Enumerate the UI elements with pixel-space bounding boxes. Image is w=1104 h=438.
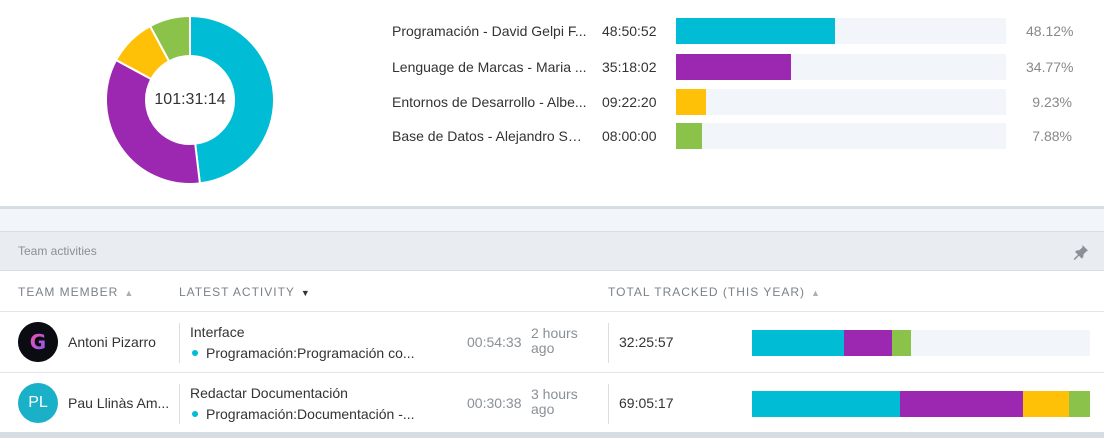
panel-title: Team activities [18,244,97,258]
activity-project-label: Programación:Programación co... [206,345,415,361]
breakdown-segment [1023,391,1070,417]
activity-project: Programación:Documentación -... [190,406,418,422]
project-name[interactable]: Entornos de Desarrollo - Albe... [392,89,587,115]
column-header-latest-activity[interactable]: LATEST ACTIVITY ▼ [179,272,311,312]
pin-icon[interactable] [1072,243,1090,261]
project-row[interactable]: Programación - David Gelpi F... 48:50:52… [392,18,1092,44]
cell-divider [608,384,609,424]
sort-icon: ▲︎ [811,288,821,298]
project-time: 35:18:02 [602,59,657,75]
project-bar-fill [676,89,707,115]
project-breakdown-card: 101:31:14 Programación - David Gelpi F..… [0,0,1104,206]
activity-duration: 00:30:38 [467,395,522,411]
breakdown-segment [1069,391,1090,417]
activity-time-ago: 2 hours ago [531,325,578,356]
project-bar-fill [676,18,835,44]
project-row[interactable]: Lenguage de Marcas - Maria ... 35:18:02 … [392,54,1092,80]
cell-divider [608,323,609,363]
bottom-border [0,432,1104,438]
donut-total-time: 101:31:14 [154,91,226,108]
breakdown-segment [892,330,912,356]
project-donut-chart: 101:31:14 [105,15,275,185]
total-tracked: 69:05:17 [619,395,674,411]
project-time: 09:22:20 [602,94,657,110]
activity-duration: 00:54:33 [467,334,522,350]
team-member-row[interactable]: G Antoni Pizarro Interface Programación:… [0,312,1104,373]
column-header-team-member[interactable]: TEAM MEMBER ▲︎ [18,272,134,312]
avatar-letter: G [30,330,46,354]
tracked-breakdown-bar [752,330,1090,356]
project-percent: 7.88% [1032,128,1072,144]
project-time: 48:50:52 [602,23,657,39]
project-bar-track [676,89,1006,115]
team-member-row[interactable]: PL Pau Llinàs Am... Redactar Documentaci… [0,373,1104,434]
project-percent: 48.12% [1026,23,1074,39]
breakdown-segment [900,391,1024,417]
project-bar-track [676,18,1006,44]
activity-title: Redactar Documentación [190,385,348,401]
activity-project-label: Programación:Documentación -... [206,406,415,422]
panel-header: Team activities [0,232,1104,271]
column-header-label: TEAM MEMBER [18,285,119,299]
sort-desc-icon: ▼ [300,288,311,298]
avatar[interactable]: PL [18,383,58,423]
column-header-label: TOTAL TRACKED (THIS YEAR) [608,285,806,299]
project-row[interactable]: Base de Datos - Alejandro Sa... 08:00:00… [392,123,1092,149]
activity-title: Interface [190,324,245,340]
breakdown-segment [752,330,845,356]
project-color-dot [192,350,198,357]
project-name[interactable]: Programación - David Gelpi F... [392,18,587,44]
activity-time-ago: 3 hours ago [531,386,578,417]
project-time: 08:00:00 [602,128,657,144]
project-bar-fill [676,123,702,149]
avatar[interactable]: G [18,322,58,362]
team-activities-panel: Team activities TEAM MEMBER ▲︎ LATEST ACT… [0,231,1104,438]
cell-divider [179,323,180,363]
project-name[interactable]: Base de Datos - Alejandro Sa... [392,123,587,149]
breakdown-segment [844,330,893,356]
section-gap [0,209,1104,231]
total-tracked: 32:25:57 [619,334,674,350]
project-bar-track [676,123,1006,149]
column-header-label: LATEST ACTIVITY [179,285,295,299]
project-percent: 34.77% [1026,59,1074,75]
project-row[interactable]: Entornos de Desarrollo - Albe... 09:22:2… [392,89,1092,115]
member-name[interactable]: Pau Llinàs Am... [68,373,170,434]
sort-icon: ▲︎ [124,288,135,298]
project-name[interactable]: Lenguage de Marcas - Maria ... [392,54,587,80]
project-color-dot [192,411,198,418]
project-percent: 9.23% [1032,94,1072,110]
avatar-initials: PL [28,394,48,411]
project-bar-fill [676,54,791,80]
tracked-breakdown-bar [752,391,1090,417]
column-header-total-tracked[interactable]: TOTAL TRACKED (THIS YEAR) ▲︎ [608,272,821,312]
project-bar-track [676,54,1006,80]
breakdown-segment [752,391,901,417]
member-name[interactable]: Antoni Pizarro [68,312,170,373]
cell-divider [179,384,180,424]
activity-project: Programación:Programación co... [190,345,418,361]
avatar-logo-icon: G [18,322,58,362]
